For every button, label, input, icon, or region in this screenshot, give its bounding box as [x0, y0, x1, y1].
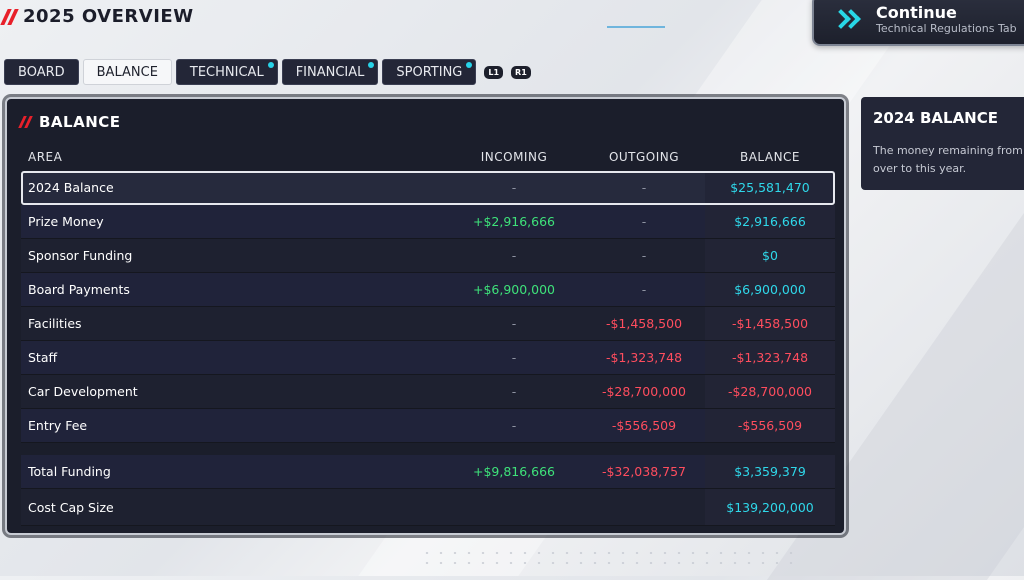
outgoing-cell: -	[641, 248, 647, 263]
table-row[interactable]: 2024 Balance - - $25,581,470	[21, 171, 835, 205]
decorative-line	[607, 26, 665, 28]
double-chevron-right-icon	[832, 5, 872, 35]
outgoing-cell: -	[641, 180, 647, 195]
background-dots	[420, 548, 800, 568]
incoming-cell: +$2,916,666	[472, 214, 556, 229]
balance-cell: -$28,700,000	[705, 375, 835, 408]
info-line: The money remaining from l	[873, 144, 1024, 157]
incoming-cell	[445, 489, 583, 525]
panel-header: BALANCE	[18, 113, 121, 131]
column-header-outgoing: OUTGOING	[608, 150, 680, 164]
balance-cell: $139,200,000	[705, 489, 835, 525]
area-cell: Sponsor Funding	[28, 248, 133, 263]
area-cell: Cost Cap Size	[28, 499, 114, 515]
incoming-cell: +$9,816,666	[472, 464, 556, 479]
area-cell: Facilities	[28, 316, 82, 331]
notification-dot-icon	[267, 62, 274, 68]
outgoing-cell: -	[641, 214, 647, 229]
tab-label: BOARD	[18, 64, 65, 80]
balance-cell: $25,581,470	[705, 171, 835, 204]
table-row[interactable]: Staff - -$1,323,748 -$1,323,748	[21, 341, 835, 375]
tab-board[interactable]: BOARD	[4, 59, 79, 85]
outgoing-cell: -	[641, 282, 647, 297]
tab-sporting[interactable]: SPORTING	[382, 59, 477, 85]
l1-button-icon: L1	[484, 65, 504, 79]
info-title: 2024 BALANCE	[873, 109, 998, 127]
outgoing-cell: -$32,038,757	[601, 464, 687, 479]
page-title: 2025 OVERVIEW	[23, 6, 194, 27]
balance-cell: $6,900,000	[705, 273, 835, 306]
column-header-area: AREA	[28, 150, 63, 164]
area-cell: Prize Money	[28, 214, 104, 229]
area-cell: Staff	[28, 350, 58, 365]
outgoing-cell: -$1,458,500	[605, 316, 683, 331]
incoming-cell: -	[511, 180, 517, 195]
r1-button-icon: R1	[511, 65, 531, 79]
balance-cell: -$1,458,500	[705, 307, 835, 340]
table-row[interactable]: Facilities - -$1,458,500 -$1,458,500	[21, 307, 835, 341]
balance-panel: BALANCE AREA INCOMING OUTGOING BALANCE 2…	[5, 97, 846, 535]
area-cell: 2024 Balance	[28, 180, 114, 195]
incoming-cell: -	[511, 350, 517, 365]
area-cell: Board Payments	[28, 282, 130, 297]
table-row[interactable]: Car Development - -$28,700,000 -$28,700,…	[21, 375, 835, 409]
area-cell: Total Funding	[28, 464, 111, 479]
balance-cell: -$1,323,748	[705, 341, 835, 374]
table-row[interactable]: Board Payments +$6,900,000 - $6,900,000	[21, 273, 835, 307]
panel-title: BALANCE	[39, 113, 121, 131]
balance-cell: -$556,509	[705, 409, 835, 442]
cost-cap-row[interactable]: Cost Cap Size $139,200,000	[21, 489, 835, 526]
area-cell: Entry Fee	[28, 418, 88, 433]
tab-label: FINANCIAL	[295, 64, 365, 80]
outgoing-cell	[583, 489, 705, 525]
area-cell: Car Development	[28, 384, 138, 399]
table-row[interactable]: Prize Money +$2,916,666 - $2,916,666	[21, 205, 835, 239]
column-header-incoming: INCOMING	[480, 150, 548, 164]
table-row[interactable]: Sponsor Funding - - $0	[21, 239, 835, 273]
info-description: The money remaining from l over to this …	[873, 142, 1024, 178]
tab-bar: BOARD BALANCE TECHNICAL FINANCIAL SPORTI…	[4, 59, 531, 85]
notification-dot-icon	[368, 62, 375, 68]
balance-table: AREA INCOMING OUTGOING BALANCE 2024 Bala…	[21, 143, 835, 526]
tab-technical[interactable]: TECHNICAL	[175, 59, 278, 85]
notification-dot-icon	[466, 62, 473, 68]
tab-financial[interactable]: FINANCIAL	[281, 59, 379, 85]
table-spacer	[21, 443, 835, 455]
continue-button[interactable]: Continue Technical Regulations Tab	[812, 0, 1024, 46]
continue-sublabel: Technical Regulations Tab	[876, 22, 1017, 35]
balance-cell: $2,916,666	[705, 205, 835, 238]
slash-logo-icon	[0, 8, 19, 25]
balance-cell: $0	[705, 239, 835, 272]
incoming-cell: -	[511, 248, 517, 263]
balance-cell: $3,359,379	[705, 455, 835, 488]
page-header: 2025 OVERVIEW	[0, 6, 194, 27]
total-funding-row[interactable]: Total Funding +$9,816,666 -$32,038,757 $…	[21, 455, 835, 489]
outgoing-cell: -$556,509	[611, 418, 677, 433]
tab-balance[interactable]: BALANCE	[82, 59, 172, 85]
continue-label: Continue	[876, 3, 957, 22]
table-row[interactable]: Entry Fee - -$556,509 -$556,509	[21, 409, 835, 443]
outgoing-cell: -$1,323,748	[605, 350, 683, 365]
info-line: over to this year.	[873, 162, 967, 175]
slash-logo-icon	[18, 116, 33, 128]
incoming-cell: -	[511, 384, 517, 399]
table-header: AREA INCOMING OUTGOING BALANCE	[21, 143, 835, 171]
incoming-cell: +$6,900,000	[472, 282, 556, 297]
info-panel: 2024 BALANCE The money remaining from l …	[861, 97, 1024, 190]
incoming-cell: -	[511, 418, 517, 433]
outgoing-cell: -$28,700,000	[601, 384, 687, 399]
tab-label: SPORTING	[396, 64, 463, 80]
column-header-balance: BALANCE	[739, 150, 801, 164]
incoming-cell: -	[511, 316, 517, 331]
tab-label: TECHNICAL	[189, 64, 264, 80]
tab-label: BALANCE	[96, 64, 158, 80]
